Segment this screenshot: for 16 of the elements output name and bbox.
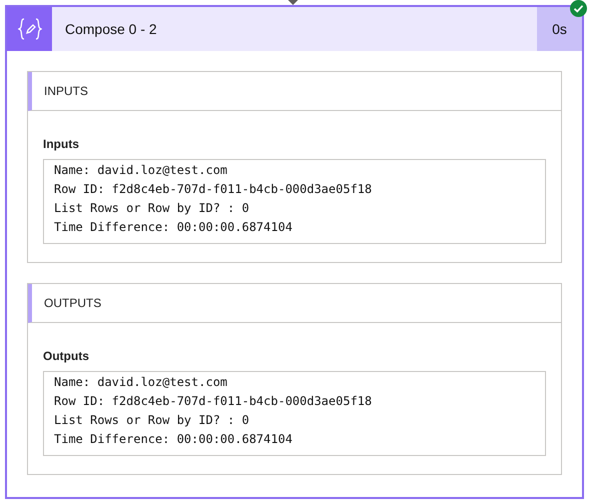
field-label: Inputs <box>43 136 80 153</box>
section-heading: OUTPUTS <box>44 295 102 312</box>
duration-label: 0s <box>537 7 582 51</box>
action-title: Compose 0 - 2 <box>52 7 537 51</box>
connector-arrow-icon <box>288 0 298 5</box>
code-line: Row ID: f2d8c4eb-707d-f011-b4cb-000d3ae05f18 <box>54 181 372 198</box>
code-line: List Rows or Row by ID? : 0 <box>54 200 250 217</box>
code-line: Name: david.loz@test.com <box>54 162 228 179</box>
code-line: List Rows or Row by ID? : 0 <box>54 412 250 429</box>
code-line: Time Difference: 00:00:00.6874104 <box>54 219 292 236</box>
code-line: Row ID: f2d8c4eb-707d-f011-b4cb-000d3ae05f18 <box>54 393 372 410</box>
braces-pencil-icon <box>18 18 42 40</box>
section-heading: INPUTS <box>44 83 88 100</box>
code-line: Time Difference: 00:00:00.6874104 <box>54 431 292 448</box>
field-label: Outputs <box>43 348 90 365</box>
code-line: Name: david.loz@test.com <box>54 374 228 391</box>
